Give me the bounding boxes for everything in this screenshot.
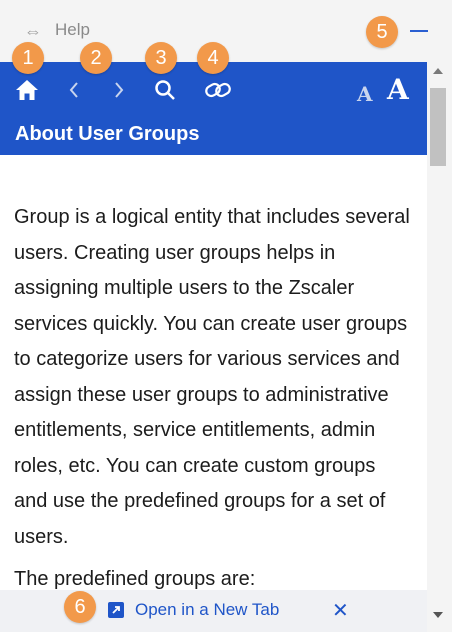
chevron-left-icon[interactable] bbox=[63, 62, 85, 117]
intro-paragraph: Group is a logical entity that includes … bbox=[14, 206, 410, 548]
callout-badge-1: 1 bbox=[12, 42, 44, 74]
predefined-groups-paragraph: The predefined groups are: bbox=[14, 568, 256, 590]
callout-badge-3: 3 bbox=[145, 42, 177, 74]
help-panel: ⇔ Help A A About User Groups Group is a … bbox=[0, 0, 452, 632]
panel-title: Help bbox=[55, 20, 90, 39]
decrease-font-button[interactable]: A bbox=[357, 82, 373, 106]
callout-badge-2: 2 bbox=[80, 42, 112, 74]
minimize-icon[interactable] bbox=[410, 30, 428, 32]
page-title: About User Groups bbox=[0, 117, 427, 155]
scroll-up-arrow-icon[interactable] bbox=[433, 68, 443, 74]
resize-horizontal-icon[interactable]: ⇔ bbox=[24, 20, 46, 42]
scroll-thumb[interactable] bbox=[430, 88, 446, 166]
content-scrollbar[interactable] bbox=[427, 62, 452, 632]
open-new-tab-icon[interactable] bbox=[108, 602, 124, 618]
help-content: Group is a logical entity that includes … bbox=[0, 155, 427, 590]
chevron-right-icon[interactable] bbox=[108, 62, 130, 117]
increase-font-button[interactable]: A bbox=[387, 73, 409, 106]
callout-badge-6: 6 bbox=[64, 591, 96, 623]
callout-badge-4: 4 bbox=[197, 42, 229, 74]
open-new-tab-link[interactable]: Open in a New Tab bbox=[135, 600, 279, 620]
close-footer-button[interactable]: ✕ bbox=[332, 598, 349, 623]
scroll-down-arrow-icon[interactable] bbox=[433, 612, 443, 618]
callout-badge-5: 5 bbox=[366, 16, 398, 48]
